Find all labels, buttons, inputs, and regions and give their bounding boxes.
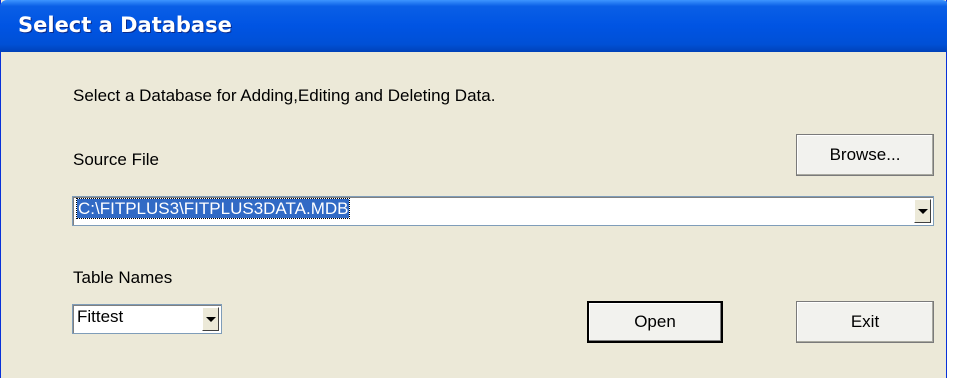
source-file-value: C:\FITPLUS3\FITPLUS3DATA.MDB [75, 198, 351, 219]
table-names-combobox[interactable]: Fittest [72, 304, 222, 334]
table-names-label: Table Names [73, 268, 173, 287]
exit-button[interactable]: Exit [796, 301, 934, 343]
browse-button[interactable]: Browse... [796, 134, 934, 176]
source-file-dropdown-button[interactable] [914, 199, 931, 223]
table-names-value: Fittest [77, 307, 124, 326]
table-names-dropdown-button[interactable] [202, 307, 219, 331]
exit-button-label: Exit [850, 312, 880, 331]
source-file-combobox[interactable]: C:\FITPLUS3\FITPLUS3DATA.MDB [72, 196, 934, 226]
chevron-down-icon [205, 316, 216, 322]
window-title: Select a Database [18, 13, 232, 37]
browse-button-label: Browse... [829, 145, 901, 164]
dialog-window: Select a Database Select a Database for … [0, 0, 949, 378]
background-margin [947, 0, 956, 378]
open-button[interactable]: Open [587, 301, 723, 343]
open-button-label: Open [634, 312, 676, 331]
title-bar[interactable]: Select a Database [0, 0, 949, 52]
instruction-text: Select a Database for Adding,Editing and… [73, 86, 496, 105]
source-file-label: Source File [73, 150, 159, 169]
chevron-down-icon [917, 208, 928, 214]
source-file-selected-text: C:\FITPLUS3\FITPLUS3DATA.MDB [75, 198, 351, 219]
